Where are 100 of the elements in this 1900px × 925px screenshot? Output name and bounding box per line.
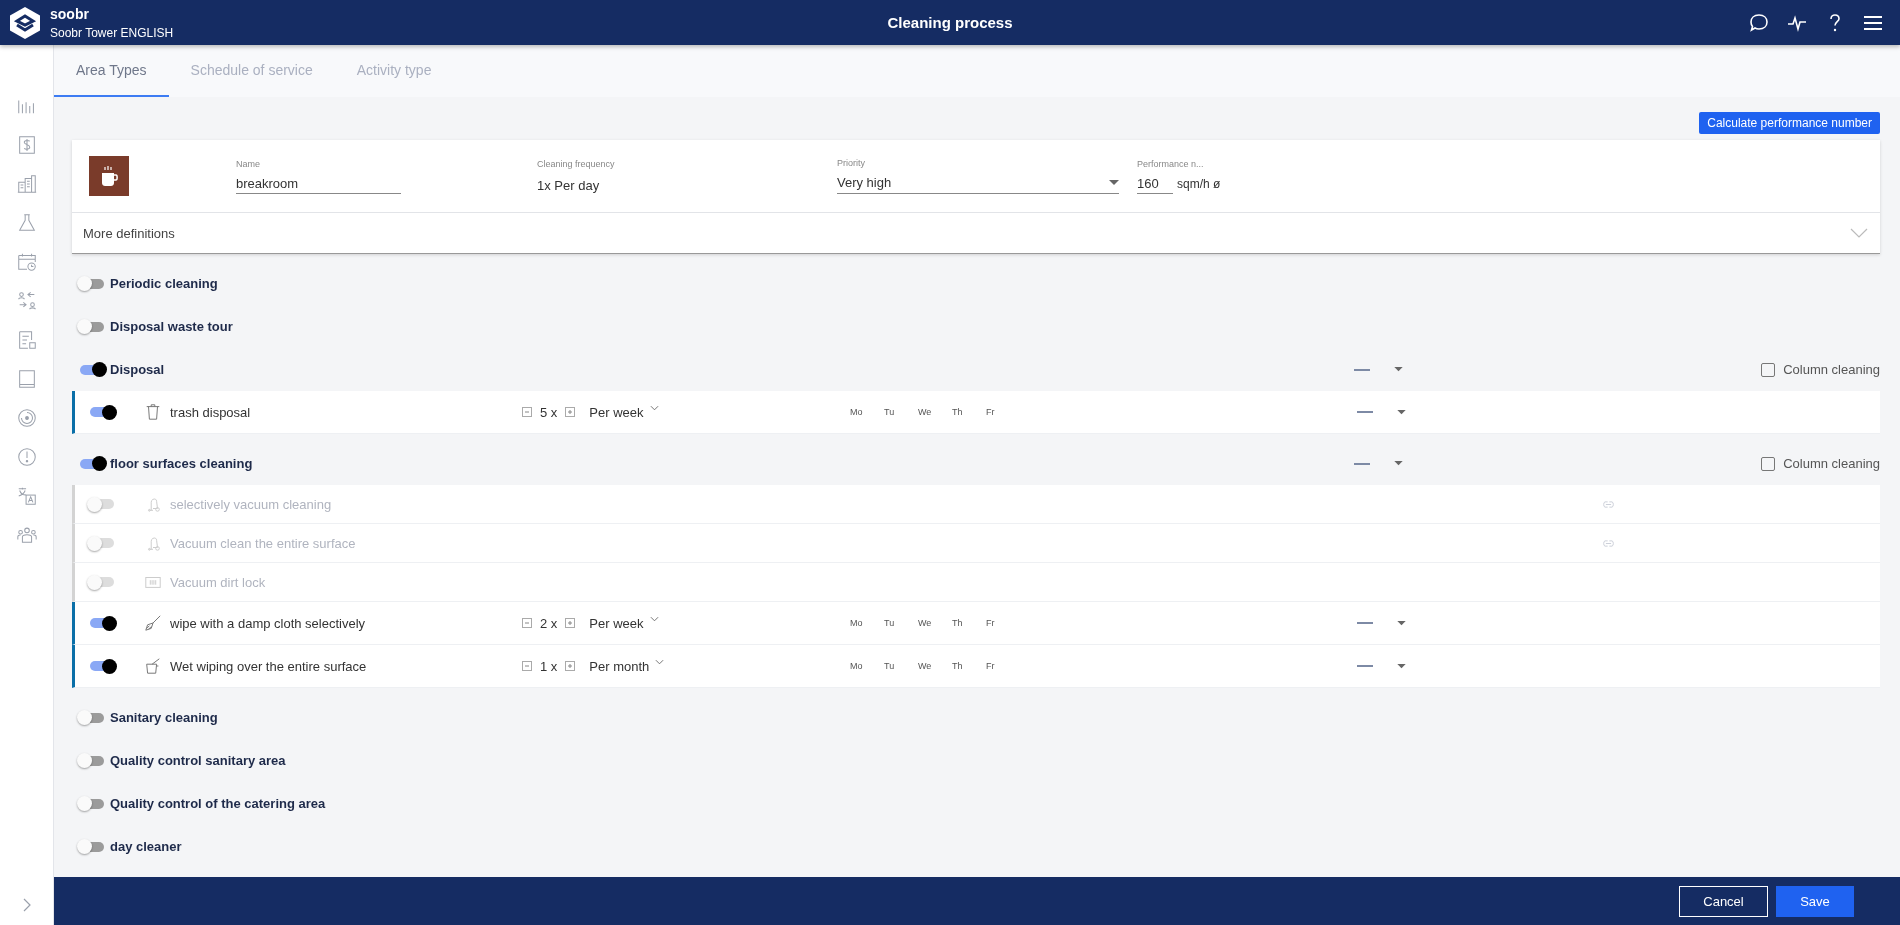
site-name: Soobr Tower ENGLISH <box>50 25 174 40</box>
task-name: selectively vacuum cleaning <box>170 496 332 512</box>
minus-icon[interactable] <box>522 404 532 420</box>
section-title: Quality control of the catering area <box>110 796 326 811</box>
logo-icon[interactable] <box>8 5 42 40</box>
unit-label: sqm/h ø <box>1177 176 1221 191</box>
caret-icon <box>1109 179 1119 186</box>
caret-icon[interactable] <box>1397 663 1406 669</box>
link-icon[interactable] <box>1602 539 1615 547</box>
brush-icon <box>144 614 162 632</box>
weekday-label[interactable]: Fr <box>986 407 999 417</box>
weekday-label[interactable]: We <box>918 407 931 417</box>
frequency-select[interactable]: Per month <box>589 658 665 674</box>
weekday-label[interactable]: Tu <box>884 661 897 671</box>
save-button[interactable]: Save <box>1776 885 1854 917</box>
dash-icon <box>1354 462 1370 465</box>
chevron-icon <box>649 404 659 411</box>
section-title: Quality control sanitary area <box>110 753 286 768</box>
task-toggle[interactable] <box>90 499 114 509</box>
chevron-icon <box>649 615 659 622</box>
section-toggle[interactable] <box>80 321 104 332</box>
frequency-value: 1x Per day <box>537 177 601 193</box>
users-icon[interactable] <box>15 290 38 312</box>
caret-icon[interactable] <box>1394 461 1403 466</box>
minus-icon[interactable] <box>522 658 532 674</box>
weekday-label[interactable]: We <box>918 618 931 628</box>
field-label: Cleaning frequency <box>537 159 616 169</box>
buildings-icon[interactable] <box>15 173 38 195</box>
weekday-label[interactable]: Th <box>952 407 965 417</box>
checkbox[interactable] <box>1761 456 1776 471</box>
weekday-label[interactable]: Fr <box>986 661 999 671</box>
weekday-label[interactable]: Mo <box>850 661 863 671</box>
dash-icon <box>1357 665 1373 667</box>
caret-icon[interactable] <box>1397 409 1406 415</box>
field-label: Performance n... <box>1137 158 1205 169</box>
app-name: soobr <box>50 5 90 22</box>
section-title: day cleaner <box>110 839 182 854</box>
task-name: Vacuum clean the entire surface <box>170 535 356 551</box>
dash-icon <box>1357 411 1373 413</box>
dash-icon <box>1357 622 1373 624</box>
count-value: 1 x <box>540 658 558 674</box>
weekday-label[interactable]: Th <box>952 618 965 628</box>
section-title: Sanitary cleaning <box>110 710 218 725</box>
task-name: trash disposal <box>170 404 251 420</box>
section-toggle[interactable] <box>80 278 104 289</box>
caret-icon[interactable] <box>1394 367 1403 372</box>
task-toggle[interactable] <box>90 577 114 587</box>
task-toggle[interactable] <box>90 538 114 548</box>
more-definitions-row[interactable]: More definitions <box>72 213 1880 254</box>
section-toggle[interactable] <box>80 458 104 469</box>
link-icon[interactable] <box>1602 500 1615 508</box>
section-toggle[interactable] <box>80 712 104 723</box>
coffee-cup-icon[interactable] <box>89 156 129 196</box>
calendar-icon[interactable] <box>15 251 38 273</box>
caret-icon[interactable] <box>1397 620 1406 626</box>
calculate-button[interactable]: Calculate performance number <box>1699 112 1880 134</box>
chevron-icon <box>655 658 665 665</box>
frequency-select[interactable]: Per week <box>589 615 659 631</box>
chat-icon[interactable] <box>1748 11 1770 34</box>
task-toggle[interactable] <box>90 618 114 628</box>
checkbox-label: Column cleaning <box>1783 456 1880 471</box>
cancel-button[interactable]: Cancel <box>1679 885 1768 917</box>
section-title: Periodic cleaning <box>110 276 218 291</box>
dash-icon <box>1354 368 1370 371</box>
plus-icon[interactable] <box>565 404 576 420</box>
weekday-label[interactable]: Tu <box>884 618 897 628</box>
weekday-label[interactable]: Mo <box>850 407 863 417</box>
weekday-label[interactable]: Mo <box>850 618 863 628</box>
bucket-icon <box>144 657 162 675</box>
checkbox[interactable] <box>1761 362 1776 377</box>
section-title: Disposal waste tour <box>110 319 233 334</box>
weekday-label[interactable]: Tu <box>884 407 897 417</box>
weekday-label[interactable]: We <box>918 661 931 671</box>
section-toggle[interactable] <box>80 755 104 766</box>
alert-icon[interactable] <box>15 446 38 468</box>
section-title: Disposal <box>110 362 165 377</box>
field-label: Priority <box>837 158 866 168</box>
count-value: 2 x <box>540 615 558 631</box>
section-toggle[interactable] <box>80 841 104 852</box>
task-toggle[interactable] <box>90 407 114 417</box>
frequency-select[interactable]: Per week <box>589 404 659 420</box>
section-toggle[interactable] <box>80 364 104 375</box>
priority-select[interactable]: Very high <box>837 173 1119 194</box>
task-toggle[interactable] <box>90 661 114 671</box>
target-icon[interactable] <box>15 407 38 429</box>
page-title: Cleaning process <box>887 14 1013 31</box>
minus-icon[interactable] <box>522 615 532 631</box>
count-value: 5 x <box>540 404 558 420</box>
field-label: Name <box>236 158 261 169</box>
section-title: floor surfaces cleaning <box>110 456 253 471</box>
tab[interactable]: Area Types <box>54 45 169 97</box>
task-name: Vacuum dirt lock <box>170 574 266 590</box>
checkbox-label: Column cleaning <box>1783 362 1880 377</box>
trash-icon <box>144 403 162 421</box>
weekday-label[interactable]: Fr <box>986 618 999 628</box>
section-toggle[interactable] <box>80 798 104 809</box>
plus-icon[interactable] <box>565 615 576 631</box>
plus-icon[interactable] <box>565 658 576 674</box>
task-name: Wet wiping over the entire surface <box>170 658 367 674</box>
weekday-label[interactable]: Th <box>952 661 965 671</box>
